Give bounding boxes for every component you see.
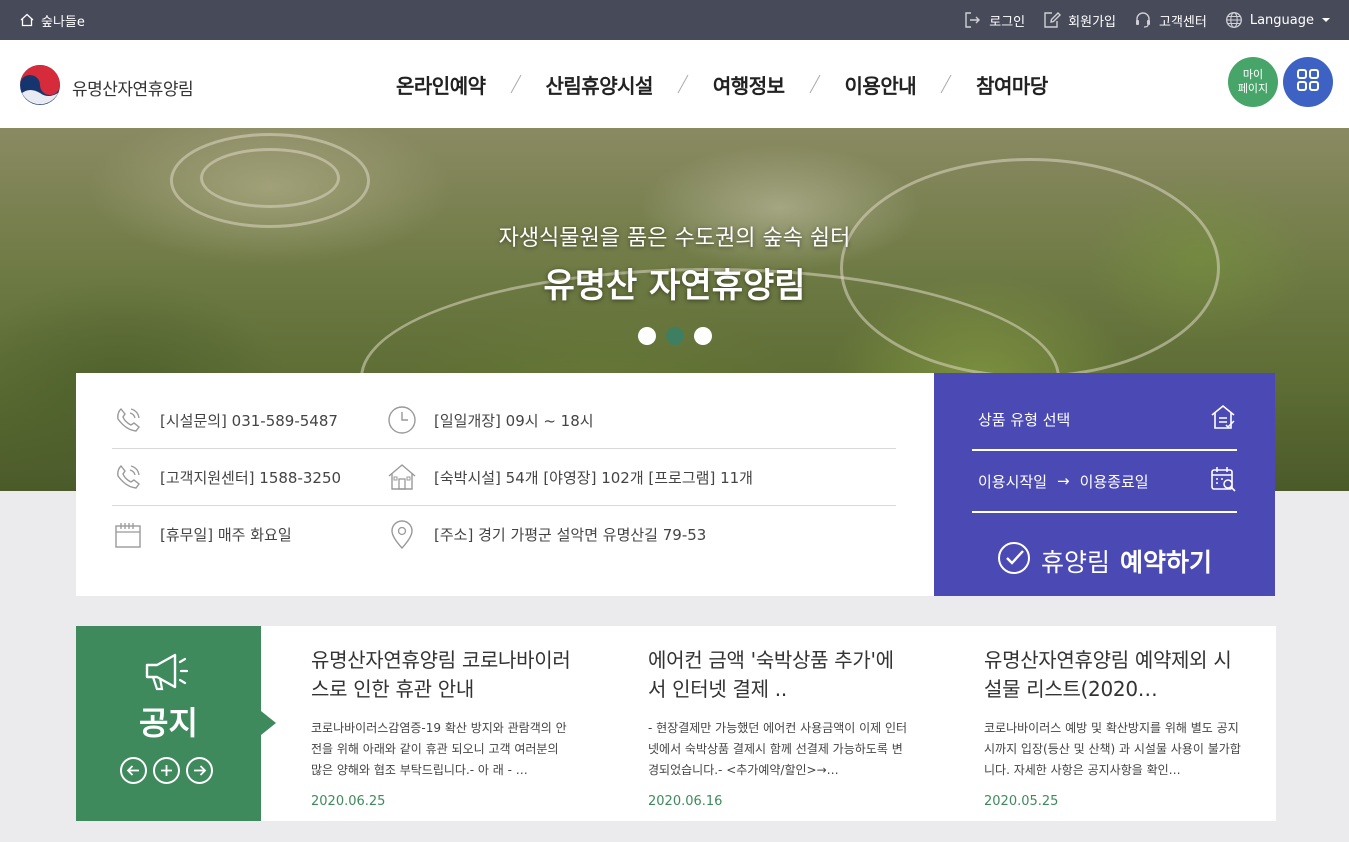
- login-icon: [964, 11, 982, 29]
- caret-down-icon: [1321, 16, 1331, 24]
- phone-icon: [112, 404, 144, 436]
- product-type-select[interactable]: 상품 유형 선택: [972, 389, 1237, 451]
- arrow-left-icon: [126, 765, 139, 776]
- nav-item-online-reservation[interactable]: 온라인예약: [396, 70, 486, 99]
- hero-garden-path: [200, 148, 340, 208]
- location-pin-icon: [386, 519, 418, 551]
- nav-separator: [486, 73, 546, 95]
- mypage-label-line2: 페이지: [1237, 82, 1269, 95]
- notice-more-button[interactable]: [153, 757, 180, 784]
- slide-dot-1[interactable]: [638, 327, 656, 345]
- main-navigation: 온라인예약 산림휴양시설 여행정보 이용안내 참여마당: [396, 40, 1048, 128]
- notice-item[interactable]: 에어컨 금액 '숙박상품 추가'에서 인터넷 결제 .. - 현장결제만 가능했…: [648, 646, 910, 809]
- notice-item-desc: - 현장결제만 가능했던 에어컨 사용금액이 이제 인터넷에서 숙박상품 결제시…: [648, 721, 908, 777]
- address-text: [주소] 경기 가평군 설악면 유명산길 79-53: [434, 526, 707, 544]
- notice-item-date: 2020.06.16: [648, 794, 723, 809]
- notice-item-date: 2020.06.25: [311, 794, 386, 809]
- slide-pagination: [638, 327, 712, 345]
- product-type-label: 상품 유형 선택: [978, 410, 1071, 429]
- login-label: 로그인: [989, 14, 1026, 30]
- edit-icon: [1043, 11, 1062, 29]
- facility-phone-text: [시설문의] 031-589-5487: [160, 411, 338, 430]
- nav-separator: [653, 73, 713, 95]
- all-menu-button[interactable]: [1283, 57, 1333, 107]
- end-date-label: 이용종료일: [1079, 472, 1149, 491]
- reserve-button[interactable]: 휴양림 예약하기: [934, 535, 1275, 587]
- site-header: 유명산자연휴양림 온라인예약 산림휴양시설 여행정보 이용안내 참여마당 마이 …: [0, 40, 1349, 128]
- language-label: Language: [1249, 12, 1314, 28]
- taegeuk-logo-icon: [18, 63, 62, 111]
- support-phone-text: [고객지원센터] 1588-3250: [160, 468, 342, 487]
- info-panel: [시설문의] 031-589-5487 [일일개장] 09시 ~ 18시 [고객…: [76, 373, 934, 596]
- nav-separator: [785, 73, 845, 95]
- house-icon: [386, 461, 418, 493]
- clock-icon: [386, 404, 418, 436]
- mypage-button[interactable]: 마이 페이지: [1228, 57, 1278, 107]
- notice-item[interactable]: 유명산자연휴양림 예약제외 시설물 리스트(2020… 코로나바이러스 예방 및…: [984, 646, 1246, 809]
- closed-day-text: [휴무일] 매주 화요일: [160, 526, 292, 544]
- logo-text: 유명산자연휴양림: [72, 79, 194, 100]
- notice-next-button[interactable]: [186, 757, 213, 784]
- date-range-select[interactable]: 이용시작일 → 이용종료일: [972, 451, 1237, 513]
- nav-item-forest-facilities[interactable]: 산림휴양시설: [546, 70, 654, 99]
- hours-text: [일일개장] 09시 ~ 18시: [434, 411, 594, 430]
- notice-section: 공지 유명산자연휴양림 코로나바이러스로 인한 휴관 안내 코로나바이러스감염증…: [76, 626, 1276, 821]
- utility-menu: 로그인 회원가입 고객센터 Language: [964, 0, 1331, 40]
- notice-pointer: [261, 711, 276, 735]
- grid-icon: [1296, 68, 1320, 96]
- support-label: 고객센터: [1159, 14, 1207, 30]
- info-row: [고객지원센터] 1588-3250 [숙박시설] 54개 [야영장] 102개…: [112, 449, 896, 506]
- home-link[interactable]: 숲나들e: [20, 0, 85, 40]
- support-link[interactable]: 고객센터: [1134, 11, 1207, 30]
- notice-title: 공지: [139, 704, 198, 742]
- notice-item-desc: 코로나바이러스 예방 및 확산방지를 위해 별도 공지시까지 입장(등산 및 산…: [984, 721, 1241, 777]
- reserve-button-bold-text: 예약하기: [1120, 548, 1213, 577]
- join-link[interactable]: 회원가입: [1043, 11, 1116, 30]
- reserve-button-light-text: 휴양림: [1040, 548, 1110, 577]
- reservation-panel: 상품 유형 선택 이용시작일 → 이용종료일 휴양림 예약하기: [934, 373, 1275, 596]
- slide-dot-2-active[interactable]: [666, 327, 684, 345]
- notice-label-box: 공지: [76, 626, 276, 821]
- facilities-text: [숙박시설] 54개 [야영장] 102개 [프로그램] 11개: [434, 468, 753, 487]
- language-select[interactable]: Language: [1225, 11, 1331, 29]
- arrow-right-icon: →: [1057, 472, 1070, 490]
- join-label: 회원가입: [1068, 14, 1116, 30]
- arrow-right-icon: [194, 765, 207, 776]
- top-utility-bar: 숲나들e 로그인 회원가입 고객센터 Language: [0, 0, 1349, 40]
- nav-item-travel-info[interactable]: 여행정보: [713, 70, 785, 99]
- info-row: [시설문의] 031-589-5487 [일일개장] 09시 ~ 18시: [112, 392, 896, 449]
- megaphone-icon: [143, 652, 195, 696]
- headset-icon: [1134, 11, 1152, 29]
- slide-dot-3[interactable]: [694, 327, 712, 345]
- notice-prev-button[interactable]: [120, 757, 147, 784]
- info-row: [휴무일] 매주 화요일 [주소] 경기 가평군 설악면 유명산길 79-53: [112, 506, 896, 563]
- login-link[interactable]: 로그인: [964, 11, 1025, 30]
- mypage-label-line1: 마이: [1242, 68, 1264, 81]
- calendar-icon: [112, 519, 144, 551]
- site-logo[interactable]: 유명산자연휴양림: [18, 63, 194, 111]
- house-list-icon: [1209, 403, 1237, 435]
- globe-icon: [1225, 11, 1243, 29]
- start-date-label: 이용시작일: [978, 472, 1048, 491]
- plus-icon: [161, 765, 172, 776]
- nav-item-participation[interactable]: 참여마당: [976, 70, 1048, 99]
- notice-item-desc: 코로나바이러스감염증-19 확산 방지와 관람객의 안전을 위해 아래와 같이 …: [311, 721, 567, 777]
- nav-item-usage-guide[interactable]: 이용안내: [845, 70, 917, 99]
- home-label: 숲나들e: [41, 14, 85, 30]
- notice-item-title: 유명산자연휴양림 코로나바이러스로 인한 휴관 안내: [311, 648, 571, 701]
- notice-item[interactable]: 유명산자연휴양림 코로나바이러스로 인한 휴관 안내 코로나바이러스감염증-19…: [311, 646, 573, 809]
- calendar-search-icon: [1209, 465, 1237, 497]
- check-circle-icon: [997, 541, 1031, 581]
- notice-item-title: 에어컨 금액 '숙박상품 추가'에서 인터넷 결제 ..: [648, 648, 894, 701]
- notice-controls: [120, 757, 213, 784]
- notice-item-date: 2020.05.25: [984, 794, 1059, 809]
- hero-subtitle: 자생식물원을 품은 수도권의 숲속 쉼터: [498, 226, 851, 251]
- hero-title: 유명산 자연휴양림: [543, 266, 806, 306]
- nav-separator: [916, 73, 976, 95]
- notice-item-title: 유명산자연휴양림 예약제외 시설물 리스트(2020…: [984, 648, 1232, 701]
- home-icon: [20, 13, 34, 27]
- phone-icon: [112, 461, 144, 493]
